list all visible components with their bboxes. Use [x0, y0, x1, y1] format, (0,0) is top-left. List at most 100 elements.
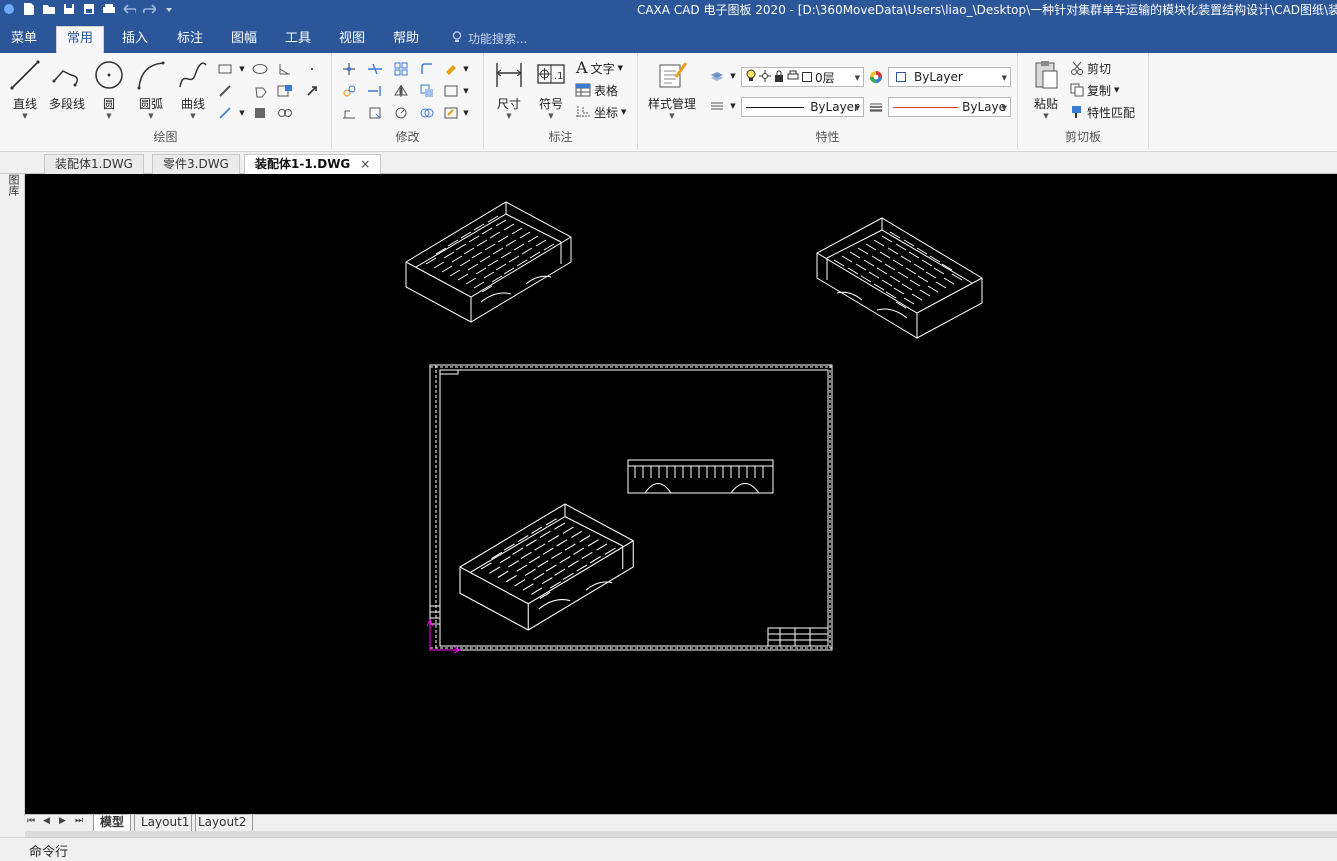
next-layout-icon[interactable]: ▶ — [59, 816, 66, 826]
linetype-dropdown[interactable]: ByLayer ▼ — [741, 97, 864, 117]
new-file-icon[interactable] — [22, 2, 36, 16]
layer-color-swatch — [802, 72, 812, 82]
doc-tab-assembly1[interactable]: 装配体1.DWG — [44, 154, 144, 174]
library-panel-tab[interactable]: 图库 — [6, 174, 20, 196]
paste-button[interactable]: 粘贴 ▼ — [1024, 59, 1068, 120]
doc-tab-label: 装配体1.DWG — [55, 157, 133, 171]
chevron-down-icon[interactable]: ▼ — [457, 60, 475, 78]
undo-icon[interactable] — [122, 2, 136, 16]
paste-icon — [1035, 61, 1058, 89]
tab-view[interactable]: 视图 — [329, 27, 375, 53]
pick-icon[interactable] — [303, 82, 321, 100]
move-icon[interactable] — [340, 60, 358, 78]
offset-icon[interactable] — [418, 104, 436, 122]
last-layout-icon[interactable]: ⏭ — [75, 816, 83, 826]
rotate-icon[interactable] — [392, 104, 410, 122]
symbol-button[interactable]: .1 符号 ▼ — [529, 59, 573, 120]
close-icon[interactable]: × — [360, 157, 370, 171]
text-button[interactable]: A 文字 ▼ — [576, 59, 623, 77]
chevron-down-icon[interactable]: ▼ — [724, 67, 742, 85]
prev-layout-icon[interactable]: ◀ — [43, 816, 50, 826]
cloud-icon[interactable] — [276, 104, 294, 122]
open-folder-icon[interactable] — [42, 2, 56, 16]
chevron-down-icon[interactable]: ▼ — [724, 97, 742, 115]
color-dropdown[interactable]: ByLayer ▼ — [888, 67, 1011, 87]
tab-annotate[interactable]: 标注 — [167, 27, 213, 53]
svg-text:.1: .1 — [554, 71, 564, 82]
angle-line-icon[interactable] — [276, 60, 294, 78]
tab-help[interactable]: 帮助 — [383, 27, 429, 53]
array-icon[interactable] — [392, 60, 410, 78]
layout-tab-layout1[interactable]: Layout1 — [134, 815, 197, 831]
polyline-icon — [52, 70, 78, 87]
chevron-down-icon[interactable]: ▼ — [457, 104, 475, 122]
command-line[interactable]: 命令行 — [0, 837, 1337, 861]
circle-button[interactable]: 圆 ▼ — [87, 59, 131, 120]
group-annotate: 尺寸 ▼ .1 符号 ▼ A 文字 ▼ 表格 坐标 ▼ 标注 — [484, 53, 638, 149]
coordinate-icon — [576, 106, 590, 118]
point-icon[interactable] — [303, 60, 321, 78]
chevron-down-icon[interactable]: ▼ — [457, 82, 475, 100]
stretch-icon[interactable] — [366, 104, 384, 122]
ellipse-icon[interactable] — [251, 60, 269, 78]
layout-tab-model[interactable]: 模型 — [93, 815, 132, 831]
coordinate-button[interactable]: 坐标 ▼ — [575, 103, 626, 121]
polyline-button[interactable]: 多段线 — [45, 59, 89, 112]
tab-menu[interactable]: 菜单 — [1, 27, 47, 53]
arc-button[interactable]: 圆弧 ▼ — [129, 59, 173, 120]
polygon-icon[interactable] — [251, 82, 269, 100]
scissors-icon — [1071, 61, 1083, 75]
chevron-down-icon: ▼ — [617, 64, 623, 72]
chevron-down-icon: ▼ — [1114, 86, 1120, 94]
first-layout-icon[interactable]: ⏮ — [27, 816, 35, 826]
lineweight-icon[interactable] — [867, 98, 885, 116]
curve-button[interactable]: 曲线 ▼ — [171, 59, 215, 120]
chevron-down-icon[interactable]: ▼ — [233, 60, 251, 78]
print-icon[interactable] — [102, 2, 116, 16]
doc-tab-part3[interactable]: 零件3.DWG — [152, 154, 240, 174]
extend-icon[interactable] — [366, 82, 384, 100]
customize-toolbar-icon[interactable] — [162, 2, 176, 16]
group-draw-label: 绘图 — [153, 130, 178, 144]
scale-icon[interactable] — [340, 104, 358, 122]
copy-object-icon[interactable] — [340, 82, 358, 100]
style-manager-button[interactable]: 样式管理 ▼ — [642, 59, 702, 120]
color-wheel-icon[interactable] — [867, 68, 885, 86]
layer-on-icon — [746, 69, 756, 85]
layer-dropdown[interactable]: 0层 ▼ — [741, 67, 864, 87]
save-as-icon[interactable] — [82, 2, 96, 16]
doc-tab-assembly1-1[interactable]: 装配体1-1.DWG × — [244, 154, 382, 174]
dimension-button[interactable]: 尺寸 ▼ — [487, 59, 531, 120]
chevron-down-icon: ▼ — [1001, 104, 1007, 112]
trim-icon[interactable] — [366, 60, 384, 78]
layout-tab-layout2[interactable]: Layout2 — [191, 815, 254, 831]
parallel-line-icon[interactable] — [216, 104, 234, 122]
copy-button[interactable]: 复制 ▼ — [1070, 81, 1119, 99]
match-properties-button[interactable]: 特性匹配 — [1070, 103, 1135, 121]
tab-common[interactable]: 常用 — [56, 26, 105, 53]
line-button[interactable]: 直线 ▼ — [3, 59, 47, 120]
fill-icon[interactable] — [251, 104, 269, 122]
table-button[interactable]: 表格 — [575, 81, 618, 99]
tab-insert[interactable]: 插入 — [112, 27, 158, 53]
cut-button[interactable]: 剪切 — [1070, 59, 1111, 77]
redo-icon[interactable] — [142, 2, 156, 16]
hatch-icon[interactable] — [276, 82, 294, 100]
table-icon — [575, 83, 591, 97]
save-icon[interactable] — [62, 2, 76, 16]
drawing-canvas[interactable] — [25, 174, 1337, 814]
explode-icon[interactable] — [418, 82, 436, 100]
text-icon: A — [576, 58, 588, 77]
fillet-icon[interactable] — [418, 60, 436, 78]
lineweight-dropdown[interactable]: ByLaye ▼ — [888, 97, 1011, 117]
tab-tools[interactable]: 工具 — [275, 27, 321, 53]
rectangle-icon[interactable] — [216, 60, 234, 78]
centerline-icon[interactable] — [216, 82, 234, 100]
feature-search[interactable]: 功能搜索... — [452, 27, 527, 51]
chevron-down-icon[interactable]: ▼ — [233, 104, 251, 122]
window-title: CAXA CAD 电子图板 2020 - [D:\360MoveData\Use… — [637, 3, 1337, 17]
tab-sheet[interactable]: 图幅 — [221, 27, 267, 53]
chevron-down-icon: ▼ — [506, 112, 512, 120]
mirror-icon[interactable] — [392, 82, 410, 100]
app-icon[interactable] — [2, 2, 16, 16]
